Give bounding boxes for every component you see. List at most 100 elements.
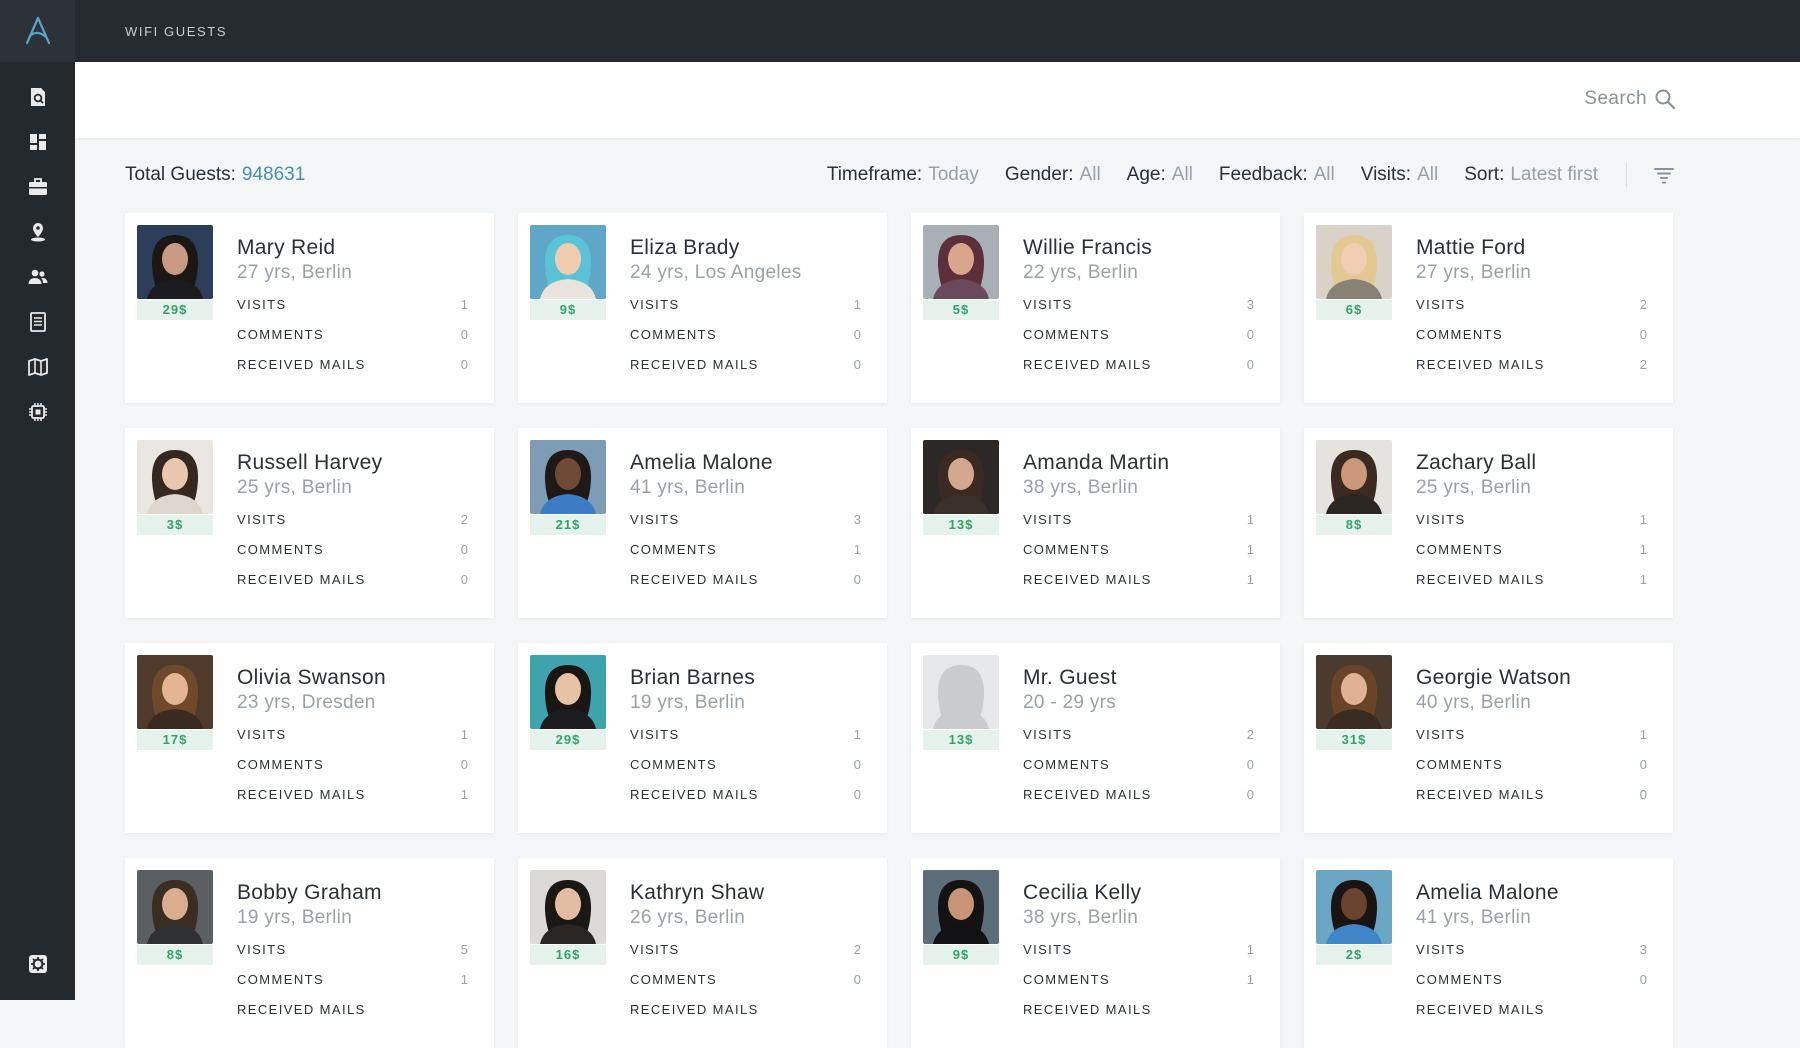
guest-card[interactable]: 13$ Amanda Martin 38 yrs, Berlin VISITS 1… (911, 428, 1280, 618)
nav-item-business[interactable] (0, 164, 75, 209)
filter-value: All (1417, 164, 1439, 185)
guest-name: Amelia Malone (630, 451, 773, 474)
stat-label: RECEIVED MAILS (1023, 356, 1152, 372)
guest-name: Bobby Graham (237, 881, 382, 904)
stat-visits: VISITS 1 (1023, 934, 1254, 964)
stat-label: COMMENTS (630, 756, 718, 772)
avatar (137, 870, 213, 944)
person-photo-icon (530, 870, 606, 944)
nav-item-guests[interactable] (0, 254, 75, 299)
users-icon (28, 269, 47, 284)
stat-label: COMMENTS (1023, 971, 1111, 987)
guest-card[interactable]: 8$ Zachary Ball 25 yrs, Berlin VISITS 1 C… (1304, 428, 1673, 618)
stat-value: 1 (1246, 941, 1254, 957)
avatar (923, 870, 999, 944)
stat-received-mails: RECEIVED MAILS 0 (630, 779, 861, 809)
stat-comments: COMMENTS 0 (237, 319, 468, 349)
stat-value: 0 (1246, 786, 1254, 802)
stat-value: 0 (460, 541, 468, 557)
avatar (1316, 225, 1392, 299)
nav-item-locations[interactable] (0, 209, 75, 254)
stat-received-mails: RECEIVED MAILS 0 (1416, 779, 1647, 809)
guest-name: Kathryn Shaw (630, 881, 765, 904)
guest-info: Brian Barnes 19 yrs, Berlin VISITS 1 COMM… (630, 665, 861, 809)
guest-card[interactable]: 9$ Eliza Brady 24 yrs, Los Angeles VISIT… (518, 213, 887, 403)
stat-label: COMMENTS (1023, 326, 1111, 342)
stat-value: 0 (853, 326, 861, 342)
stat-label: COMMENTS (237, 971, 325, 987)
price-badge: 5$ (923, 300, 999, 320)
price-badge: 8$ (137, 945, 213, 965)
nav-item-dashboard[interactable] (0, 119, 75, 164)
stat-value: 1 (1639, 511, 1647, 527)
stat-value: 0 (1246, 326, 1254, 342)
guest-info: Eliza Brady 24 yrs, Los Angeles VISITS 1 … (630, 235, 861, 379)
stat-value: 0 (853, 571, 861, 587)
guest-card[interactable]: 9$ Cecilia Kelly 38 yrs, Berlin VISITS 1 … (911, 858, 1280, 1048)
stat-label: RECEIVED MAILS (237, 1001, 366, 1017)
stat-label: RECEIVED MAILS (237, 356, 366, 372)
stat-comments: COMMENTS 0 (1416, 749, 1647, 779)
filter-timeframe[interactable]: Timeframe: Today (827, 164, 979, 186)
stat-label: COMMENTS (1416, 326, 1504, 342)
stat-label: COMMENTS (237, 326, 325, 342)
guest-card[interactable]: 6$ Mattie Ford 27 yrs, Berlin VISITS 2 CO… (1304, 213, 1673, 403)
guest-card[interactable]: 31$ Georgie Watson 40 yrs, Berlin VISITS… (1304, 643, 1673, 833)
stat-label: VISITS (1416, 511, 1466, 527)
stat-label: VISITS (1023, 296, 1073, 312)
guest-card[interactable]: 21$ Amelia Malone 41 yrs, Berlin VISITS 3… (518, 428, 887, 618)
stat-comments: COMMENTS 0 (237, 534, 468, 564)
guest-card[interactable]: 13$ Mr. Guest 20 - 29 yrs VISITS 2 COMMEN… (911, 643, 1280, 833)
person-photo-icon (1316, 440, 1392, 514)
search-button[interactable]: Search (1584, 88, 1676, 110)
stat-value: 2 (1639, 296, 1647, 312)
stat-value: 1 (1639, 571, 1647, 587)
guest-details: 38 yrs, Berlin (1023, 477, 1139, 498)
guest-info: Cecilia Kelly 38 yrs, Berlin VISITS 1 COM… (1023, 880, 1254, 1024)
guest-card[interactable]: 17$ Olivia Swanson 23 yrs, Dresden VISIT… (125, 643, 494, 833)
filter-gender[interactable]: Gender: All (1005, 164, 1101, 186)
stat-label: VISITS (1416, 296, 1466, 312)
nav-item-map[interactable] (0, 344, 75, 389)
filter-age[interactable]: Age: All (1127, 164, 1193, 186)
guest-name: Amelia Malone (1416, 881, 1559, 904)
filter-sort[interactable]: Sort: Latest first (1464, 164, 1598, 186)
nav-item-settings[interactable] (0, 941, 75, 986)
stat-value: 0 (1246, 356, 1254, 372)
stat-received-mails: RECEIVED MAILS 1 (237, 779, 468, 809)
stat-received-mails: RECEIVED MAILS 0 (237, 349, 468, 379)
stat-label: VISITS (1416, 941, 1466, 957)
filter-settings-button[interactable] (1653, 164, 1675, 186)
stat-label: VISITS (630, 511, 680, 527)
person-photo-icon (923, 225, 999, 299)
stat-label: COMMENTS (1023, 756, 1111, 772)
person-photo-icon (530, 655, 606, 729)
avatar (137, 225, 213, 299)
chip-icon (28, 402, 47, 421)
stat-label: RECEIVED MAILS (1416, 571, 1545, 587)
guest-card[interactable]: 8$ Bobby Graham 19 yrs, Berlin VISITS 5 C… (125, 858, 494, 1048)
stat-received-mails: RECEIVED MAILS 0 (1023, 779, 1254, 809)
guest-card[interactable]: 3$ Russell Harvey 25 yrs, Berlin VISITS 2… (125, 428, 494, 618)
guest-card[interactable]: 5$ Willie Francis 22 yrs, Berlin VISITS 3… (911, 213, 1280, 403)
stat-value: 0 (853, 356, 861, 372)
filter-visits[interactable]: Visits: All (1361, 164, 1438, 186)
guest-card[interactable]: 29$ Brian Barnes 19 yrs, Berlin VISITS 1 … (518, 643, 887, 833)
stat-received-mails: RECEIVED MAILS 0 (630, 564, 861, 594)
guest-card[interactable]: 29$ Mary Reid 27 yrs, Berlin VISITS 1 COM… (125, 213, 494, 403)
price-badge: 13$ (923, 730, 999, 750)
stat-label: RECEIVED MAILS (1023, 571, 1152, 587)
guest-name: Amanda Martin (1023, 451, 1170, 474)
filter-feedback[interactable]: Feedback: All (1219, 164, 1335, 186)
avatar (137, 655, 213, 729)
person-photo-icon (530, 440, 606, 514)
app-logo[interactable] (0, 0, 75, 62)
nav-item-reports[interactable] (0, 299, 75, 344)
guest-details: 40 yrs, Berlin (1416, 692, 1532, 713)
guest-details: 26 yrs, Berlin (630, 907, 746, 928)
nav-item-search-reports[interactable] (0, 74, 75, 119)
stat-value: 0 (853, 971, 861, 987)
guest-card[interactable]: 16$ Kathryn Shaw 26 yrs, Berlin VISITS 2 … (518, 858, 887, 1048)
nav-item-devices[interactable] (0, 389, 75, 434)
guest-card[interactable]: 2$ Amelia Malone 41 yrs, Berlin VISITS 3 … (1304, 858, 1673, 1048)
